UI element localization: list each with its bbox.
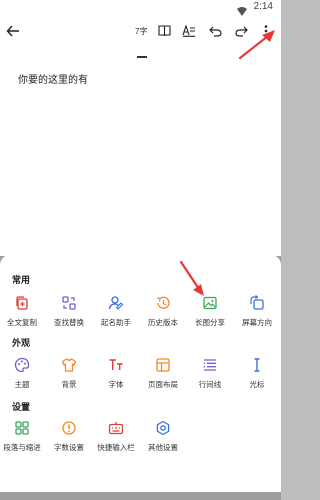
annotation-arrow-image-share <box>179 260 204 296</box>
annotation-arrows <box>179 30 275 296</box>
annotation-arrow-more <box>238 30 275 60</box>
